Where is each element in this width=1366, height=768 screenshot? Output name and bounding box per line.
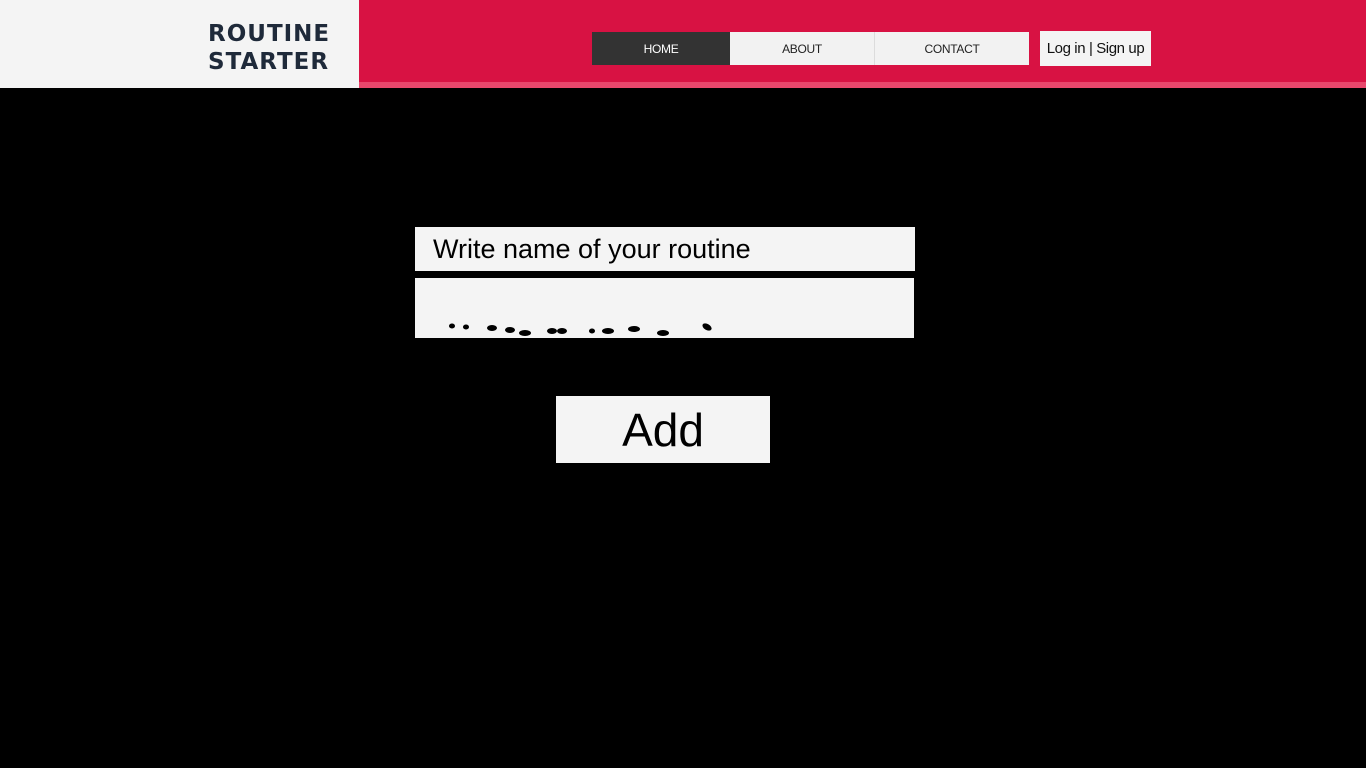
logo-line-1: ROUTINE (208, 21, 331, 47)
nav-tab-contact[interactable]: CONTACT (874, 32, 1029, 65)
nav-tab-about[interactable]: ABOUT (730, 32, 874, 65)
add-button[interactable]: Add (556, 396, 770, 463)
nav-tab-home[interactable]: HOME (592, 32, 730, 65)
main-nav: HOME ABOUT CONTACT (592, 32, 1029, 65)
routine-name-label: Write name of your routine (415, 227, 915, 271)
handwriting-scribble (449, 323, 712, 336)
logo-line-2: STARTER (208, 49, 330, 75)
site-logo[interactable]: ROUTINE STARTER (208, 20, 330, 76)
logo-panel: ROUTINE STARTER (0, 0, 359, 88)
routine-name-input[interactable] (415, 278, 914, 338)
header-accent-stripe (359, 82, 1366, 88)
login-signup-button[interactable]: Log in | Sign up (1040, 31, 1151, 66)
